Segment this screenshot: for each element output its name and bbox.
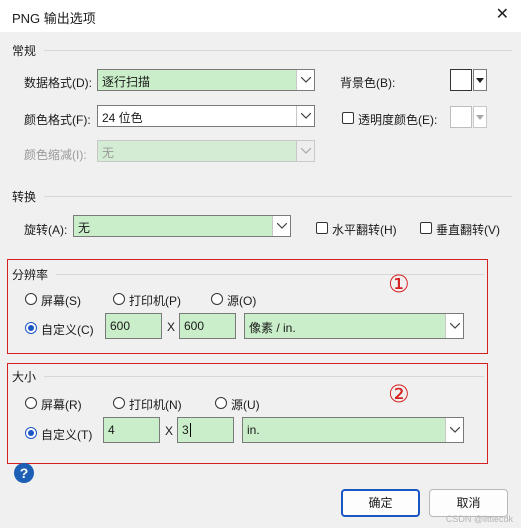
title-bar: PNG 输出选项 ✕ — [0, 0, 521, 32]
size-times-label: X — [165, 424, 174, 438]
size-height-value: 3 — [182, 423, 189, 437]
resolution-source-label: 源(O) — [227, 294, 257, 308]
general-heading: 常规 — [12, 44, 37, 58]
resolution-x-value: 600 — [110, 319, 131, 333]
size-width-input[interactable]: 4 — [103, 417, 160, 443]
resolution-custom-radio[interactable] — [25, 322, 37, 334]
flip-horizontal-checkbox[interactable] — [316, 222, 328, 234]
resolution-separator — [56, 274, 484, 275]
color-compress-select[interactable]: 无 — [97, 140, 315, 162]
size-marker: ② — [388, 381, 410, 408]
rotate-select[interactable]: 无 — [73, 215, 291, 237]
resolution-y-input[interactable]: 600 — [179, 313, 236, 339]
size-height-input[interactable]: 3 — [177, 417, 234, 443]
chevron-down-icon[interactable] — [445, 314, 463, 338]
resolution-source-radio[interactable] — [211, 293, 223, 305]
color-compress-value: 无 — [102, 146, 115, 160]
background-color-dropdown[interactable] — [473, 69, 487, 91]
chevron-down-icon[interactable] — [272, 216, 290, 236]
size-source-label: 源(U) — [231, 398, 260, 412]
size-printer-radio[interactable] — [113, 397, 125, 409]
close-icon[interactable]: ✕ — [496, 6, 509, 24]
color-format-select[interactable]: 24 位色 — [97, 105, 315, 127]
resolution-times-label: X — [167, 320, 176, 334]
size-printer-label: 打印机(N) — [129, 398, 182, 412]
resolution-printer-radio[interactable] — [113, 293, 125, 305]
color-compress-label: 颜色缩减(I): — [24, 148, 87, 162]
rotate-value: 无 — [78, 221, 91, 235]
data-format-value: 逐行扫描 — [102, 75, 151, 89]
general-separator — [44, 50, 512, 51]
transparent-color-label: 透明度颜色(E): — [358, 113, 438, 127]
ok-button[interactable]: 确定 — [341, 489, 420, 517]
watermark: CSDN @littlecdk — [445, 514, 513, 524]
chevron-down-icon[interactable] — [296, 141, 314, 161]
size-separator — [44, 376, 484, 377]
help-icon[interactable]: ? — [14, 463, 34, 483]
flip-horizontal-label: 水平翻转(H) — [332, 223, 397, 237]
transparent-color-dropdown[interactable] — [473, 106, 487, 128]
transparent-color-checkbox[interactable] — [342, 112, 354, 124]
text-cursor — [190, 423, 191, 437]
flip-vertical-label: 垂直翻转(V) — [436, 223, 500, 237]
chevron-down-icon[interactable] — [296, 70, 314, 90]
cancel-button[interactable]: 取消 — [429, 489, 508, 517]
chevron-down-icon[interactable] — [445, 418, 463, 442]
transform-separator — [44, 196, 512, 197]
size-screen-label: 屏幕(R) — [41, 398, 82, 412]
resolution-unit-value: 像素 / in. — [249, 321, 296, 335]
resolution-screen-label: 屏幕(S) — [41, 294, 81, 308]
transparent-color-swatch[interactable] — [450, 106, 472, 128]
data-format-select[interactable]: 逐行扫描 — [97, 69, 315, 91]
size-custom-radio[interactable] — [25, 427, 37, 439]
color-format-value: 24 位色 — [102, 111, 143, 125]
resolution-unit-select[interactable]: 像素 / in. — [244, 313, 464, 339]
size-unit-value: in. — [247, 423, 260, 437]
resolution-heading: 分辨率 — [12, 268, 49, 282]
transform-heading: 转换 — [12, 190, 37, 204]
chevron-down-icon[interactable] — [296, 106, 314, 126]
size-screen-radio[interactable] — [25, 397, 37, 409]
resolution-screen-radio[interactable] — [25, 293, 37, 305]
size-custom-label: 自定义(T) — [41, 428, 93, 442]
background-color-swatch[interactable] — [450, 69, 472, 91]
resolution-printer-label: 打印机(P) — [129, 294, 181, 308]
window-title: PNG 输出选项 — [12, 11, 96, 26]
caret-down-icon — [476, 78, 484, 83]
dialog-body: 常规 数据格式(D): 逐行扫描 背景色(B): 颜色格式(F): 24 位色 … — [0, 32, 521, 528]
size-highlight-box — [7, 363, 488, 464]
color-format-label: 颜色格式(F): — [24, 113, 91, 127]
rotate-label: 旋转(A): — [24, 223, 68, 237]
resolution-marker: ① — [388, 271, 410, 298]
resolution-y-value: 600 — [184, 319, 205, 333]
resolution-x-input[interactable]: 600 — [105, 313, 162, 339]
size-width-value: 4 — [108, 423, 115, 437]
size-source-radio[interactable] — [215, 397, 227, 409]
caret-down-icon — [476, 115, 484, 120]
background-color-label: 背景色(B): — [340, 76, 396, 90]
resolution-custom-label: 自定义(C) — [41, 323, 94, 337]
flip-vertical-checkbox[interactable] — [420, 222, 432, 234]
size-heading: 大小 — [12, 370, 37, 384]
data-format-label: 数据格式(D): — [24, 76, 92, 90]
size-unit-select[interactable]: in. — [242, 417, 464, 443]
